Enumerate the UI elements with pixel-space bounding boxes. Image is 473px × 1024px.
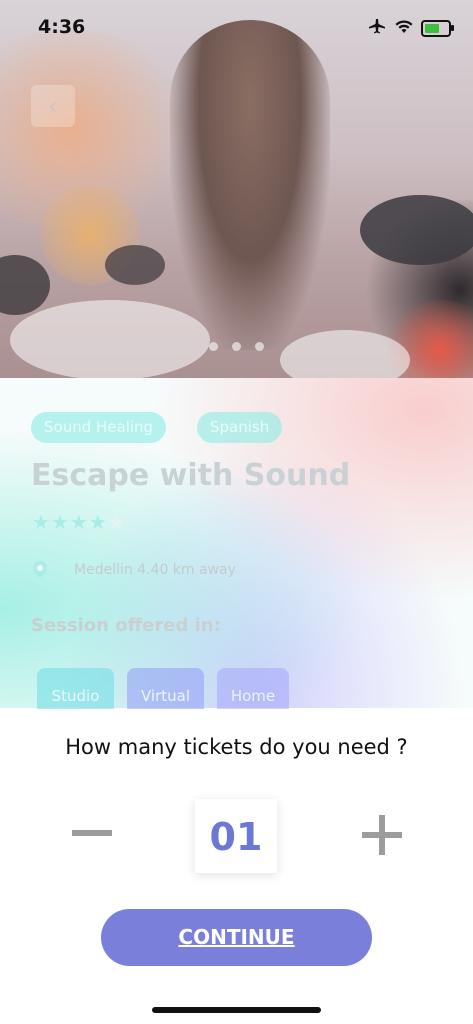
session-heading: Session offered in: bbox=[31, 615, 221, 636]
chevron-left-icon: ‹ bbox=[48, 92, 58, 120]
carousel-dot[interactable] bbox=[209, 342, 218, 351]
carousel-dot[interactable] bbox=[232, 342, 241, 351]
back-button[interactable]: ‹ bbox=[31, 85, 75, 127]
increment-button[interactable] bbox=[362, 815, 402, 855]
star-empty-icon: ★ bbox=[107, 510, 127, 534]
wifi-icon bbox=[395, 19, 413, 38]
status-time: 4:36 bbox=[38, 16, 86, 38]
carousel-dot[interactable] bbox=[255, 342, 264, 351]
ticket-quantity: 01 bbox=[195, 799, 277, 873]
continue-button[interactable]: CONTINUE bbox=[101, 909, 372, 966]
battery-icon bbox=[421, 19, 454, 37]
tag-sound-healing: Sound Healing bbox=[31, 412, 167, 443]
star-icon: ★ bbox=[88, 510, 108, 534]
star-icon: ★ bbox=[50, 510, 70, 534]
status-bar: 4:36 bbox=[0, 0, 473, 60]
ticket-sheet: How many tickets do you need ? 01 CONTIN… bbox=[7, 709, 466, 1024]
rating-stars: ★★★★★ bbox=[32, 510, 127, 534]
minus-icon bbox=[72, 830, 112, 836]
decrement-button[interactable] bbox=[72, 816, 112, 850]
event-details: Sound Healing Spanish Escape with Sound … bbox=[0, 378, 473, 716]
star-icon: ★ bbox=[32, 510, 51, 534]
location-pin-icon bbox=[30, 558, 50, 578]
instructor-photo bbox=[170, 20, 330, 350]
home-indicator[interactable] bbox=[152, 1007, 321, 1013]
airplane-icon bbox=[367, 18, 387, 38]
ticket-question: How many tickets do you need ? bbox=[65, 735, 408, 759]
tag-spanish: Spanish bbox=[197, 412, 283, 443]
carousel-dots bbox=[209, 342, 264, 351]
location-text: Medellin 4.40 km away bbox=[74, 562, 236, 578]
star-icon: ★ bbox=[69, 510, 89, 534]
event-title: Escape with Sound bbox=[31, 458, 351, 493]
